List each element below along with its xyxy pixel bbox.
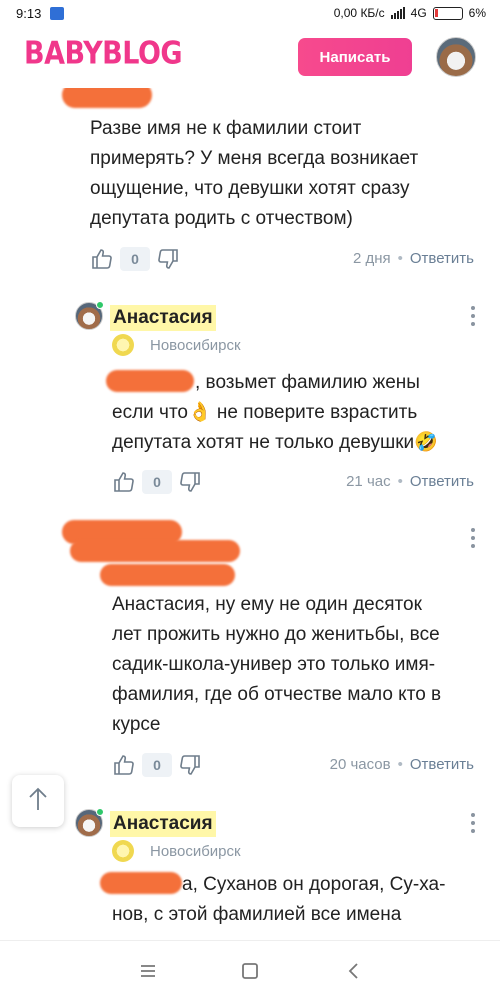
logo[interactable]: BABYBLOG [24, 36, 183, 72]
status-time: 9:13 [16, 6, 42, 21]
comment-time: 21 час [346, 473, 391, 490]
home-icon[interactable] [238, 959, 262, 983]
comment-line: лет прожить нужно до женитьбы, все [112, 624, 440, 645]
comment-meta: 2 дня • Ответить [352, 250, 474, 267]
comment-line: а, Суханов он дорогая, Су-ха- [182, 874, 446, 895]
comment-text: Разве имя не к фамилии стоит примерять? … [90, 114, 485, 234]
thumbs-up-icon[interactable] [110, 751, 138, 779]
comment-meta: 20 часов • Ответить [329, 756, 474, 773]
thumbs-down-icon[interactable] [154, 245, 182, 273]
comment-line: ощущение, что девушки хотят сразу [90, 178, 410, 199]
comment-line: Разве имя не к фамилии стоит [90, 118, 362, 139]
thumbs-up-icon[interactable] [110, 468, 138, 496]
like-count: 0 [142, 470, 172, 494]
location-icon [112, 840, 134, 862]
comment-line: фамилия, где об отчестве мало кто в [112, 684, 442, 705]
battery-level: 6% [468, 6, 486, 20]
thumbs-down-icon[interactable] [176, 468, 204, 496]
comment-line: депутата хотят не только девушки🤣 [112, 432, 438, 453]
thumbs-up-icon[interactable] [88, 245, 116, 273]
kebab-icon[interactable] [470, 813, 476, 833]
author-city: Новосибирск [150, 843, 241, 860]
reply-button[interactable]: Ответить [410, 250, 474, 267]
location-icon [112, 334, 134, 356]
redacted-mention [106, 370, 194, 392]
comment-author[interactable]: Анастасия [110, 305, 216, 331]
arrow-up-icon [27, 786, 49, 817]
redacted-author [100, 564, 235, 586]
menu-icon[interactable] [136, 959, 160, 983]
kebab-icon[interactable] [470, 306, 476, 326]
comment-line: если что👌 не поверите взрастить [112, 402, 418, 423]
status-right: 0,00 КБ/с 4G 6% [334, 6, 486, 20]
redacted-mention [100, 872, 182, 894]
comment-text: Анастасия, ну ему не один десяток лет пр… [112, 590, 492, 740]
like-count: 0 [120, 247, 150, 271]
profile-avatar[interactable] [436, 37, 476, 77]
system-nav-bar [0, 940, 500, 1000]
comment-line: депутата родить с отчеством) [90, 208, 353, 229]
comment-line: садик-школа-универ это только имя- [112, 654, 436, 675]
notification-icon [50, 7, 64, 20]
comment-line: Анастасия, ну ему не один десяток [112, 594, 422, 615]
like-count: 0 [142, 753, 172, 777]
app-header: BABYBLOG Написать [0, 30, 500, 88]
write-button[interactable]: Написать [298, 38, 412, 76]
thumbs-down-icon[interactable] [176, 751, 204, 779]
online-indicator [96, 301, 104, 309]
battery-icon [432, 6, 463, 20]
reply-button[interactable]: Ответить [410, 756, 474, 773]
comment-actions: 0 [110, 466, 204, 498]
status-bar: 9:13 0,00 КБ/с 4G 6% [0, 0, 500, 28]
redacted-author [70, 540, 240, 562]
back-icon[interactable] [342, 959, 366, 983]
author-city: Новосибирск [150, 337, 241, 354]
comment-line: курсе [112, 714, 161, 735]
signal-icon [390, 7, 405, 19]
scroll-to-top-button[interactable] [12, 775, 64, 827]
comments-feed[interactable]: Разве имя не к фамилии стоит примерять? … [0, 88, 500, 938]
network-speed: 0,00 КБ/с [333, 6, 385, 20]
comment-time: 2 дня [352, 250, 391, 267]
comment-actions: 0 [110, 749, 204, 781]
comment-line: , возьмет фамилию жены [195, 372, 420, 393]
comment-meta: 21 час • Ответить [346, 473, 474, 490]
redacted-author [62, 88, 152, 108]
comment-line: нов, с этой фамилией все имена [112, 904, 402, 925]
comment-author[interactable]: Анастасия [110, 811, 216, 837]
comment-text: если что👌 не поверите взрастить депутата… [112, 398, 492, 458]
reply-button[interactable]: Ответить [410, 473, 474, 490]
comment-line: примерять? У меня всегда возникает [90, 148, 419, 169]
online-indicator [96, 808, 104, 816]
comment-actions: 0 [88, 243, 182, 275]
kebab-icon[interactable] [470, 528, 476, 548]
comment-time: 20 часов [329, 756, 391, 773]
network-type: 4G [410, 6, 427, 20]
